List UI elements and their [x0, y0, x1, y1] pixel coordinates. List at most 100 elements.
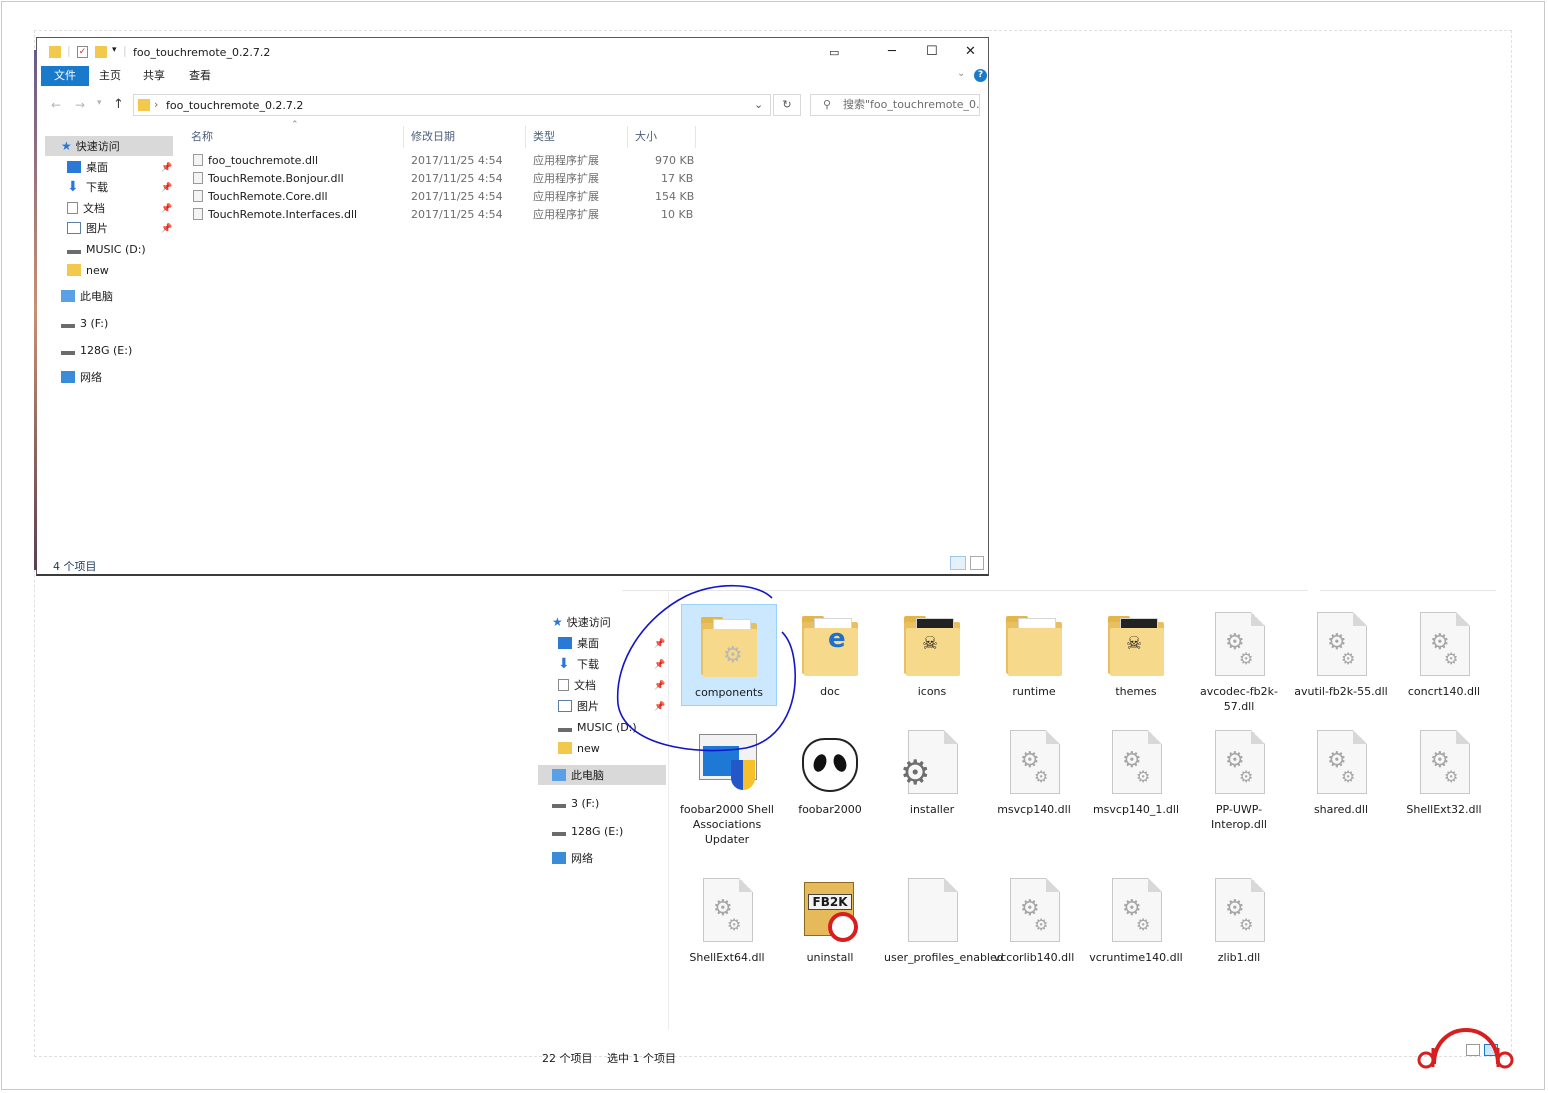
nav-pictures[interactable]: 图片: [558, 696, 599, 716]
file-item-shellext32[interactable]: ⚙ ⚙ ShellExt32.dll: [1396, 726, 1492, 817]
nav-drive-f[interactable]: 3 (F:): [61, 313, 108, 333]
file-item-user-profiles-enabled[interactable]: user_profiles_enabled: [884, 874, 1004, 965]
nav-pictures[interactable]: 图片: [67, 218, 108, 238]
forward-arrow-icon[interactable]: →: [75, 98, 85, 112]
annotation-circle: [616, 584, 796, 752]
watermark-logo: [1417, 1027, 1514, 1069]
tab-share[interactable]: 共享: [135, 66, 173, 86]
dll-file-icon: [193, 172, 203, 184]
folder-item-icons[interactable]: ☠ icons: [884, 608, 980, 699]
tablet-mode-icon[interactable]: ▭: [829, 46, 839, 59]
file-item-zlib1[interactable]: ⚙ ⚙ zlib1.dll: [1191, 874, 1287, 965]
tab-file[interactable]: 文件: [41, 66, 89, 86]
recent-locations-icon[interactable]: ▾: [97, 98, 102, 108]
dll-file-icon: [193, 154, 203, 166]
file-item-uninstall[interactable]: FB2K uninstall: [782, 874, 878, 965]
pin-icon[interactable]: 📌: [161, 183, 172, 193]
customize-toolbar-icon[interactable]: ▾: [112, 45, 117, 55]
folder-icon: [1002, 608, 1066, 680]
refresh-icon: ↻: [782, 98, 792, 111]
nav-documents[interactable]: 文档: [67, 198, 105, 218]
nav-music-drive[interactable]: MUSIC (D:): [67, 239, 146, 259]
details-view-button[interactable]: [950, 556, 966, 570]
column-divider[interactable]: [695, 126, 696, 148]
table-row[interactable]: foo_touchremote.dll 2017/11/25 4:54 应用程序…: [187, 152, 707, 170]
nav-network[interactable]: 网络: [61, 367, 102, 387]
nav-quick-access[interactable]: ★ 快速访问: [45, 136, 173, 156]
nav-documents[interactable]: 文档: [558, 675, 596, 695]
minimize-button[interactable]: ─: [888, 44, 896, 59]
file-item-vcruntime140[interactable]: ⚙ ⚙ vcruntime140.dll: [1088, 874, 1184, 965]
nav-this-pc[interactable]: 此电脑: [61, 286, 113, 306]
nav-new-folder[interactable]: new: [558, 738, 600, 758]
large-icons-view-button[interactable]: [970, 556, 984, 570]
up-arrow-icon[interactable]: ↑: [113, 97, 124, 112]
nav-desktop[interactable]: 桌面: [558, 633, 599, 653]
column-header-size[interactable]: 大小: [635, 126, 657, 148]
tab-view[interactable]: 查看: [181, 66, 219, 86]
file-item-avutil[interactable]: ⚙ ⚙ avutil-fb2k-55.dll: [1293, 608, 1389, 699]
file-item-vccorlib140[interactable]: ⚙ ⚙ vccorlib140.dll: [986, 874, 1082, 965]
table-row[interactable]: TouchRemote.Interfaces.dll 2017/11/25 4:…: [187, 206, 707, 224]
toolbar-divider: |: [67, 44, 71, 57]
pin-icon[interactable]: 📌: [161, 204, 172, 214]
desktop-edge-strip: [34, 50, 37, 570]
folder-item-runtime[interactable]: runtime: [986, 608, 1082, 699]
folder-icon: e: [798, 608, 862, 680]
table-row[interactable]: TouchRemote.Core.dll 2017/11/25 4:54 应用程…: [187, 188, 707, 206]
file-item-shellext64[interactable]: ⚙ ⚙ ShellExt64.dll: [679, 874, 775, 965]
tab-home[interactable]: 主页: [91, 66, 129, 86]
breadcrumb-current[interactable]: foo_touchremote_0.2.7.2: [166, 99, 303, 112]
help-icon[interactable]: ?: [974, 69, 987, 82]
properties-icon[interactable]: ✓: [77, 46, 88, 58]
dll-file-icon: ⚙ ⚙: [1002, 726, 1066, 798]
address-bar[interactable]: › foo_touchremote_0.2.7.2 ⌄: [133, 94, 771, 116]
pin-icon[interactable]: 📌: [161, 224, 172, 234]
nav-drive-e[interactable]: 128G (E:): [552, 821, 623, 841]
nav-new-folder[interactable]: new: [67, 260, 109, 280]
window-title: foo_touchremote_0.2.7.2: [133, 46, 271, 59]
expand-ribbon-icon[interactable]: ⌄: [957, 68, 965, 79]
dll-file-icon: ⚙ ⚙: [695, 874, 759, 946]
address-row: ← → ▾ ↑ › foo_touchremote_0.2.7.2 ⌄ ↻ 搜索…: [37, 90, 988, 120]
file-item-concrt140[interactable]: ⚙ ⚙ concrt140.dll: [1396, 608, 1492, 699]
nav-drive-f[interactable]: 3 (F:): [552, 793, 599, 813]
search-input[interactable]: 搜索"foo_touchremote_0.2...: [810, 94, 980, 116]
file-item-avcodec[interactable]: ⚙ ⚙ avcodec-fb2k-57.dll: [1191, 608, 1287, 714]
column-header-name[interactable]: 名称: [191, 126, 213, 148]
close-button[interactable]: ✕: [965, 44, 976, 59]
drive-icon: [552, 804, 566, 808]
new-folder-icon[interactable]: [95, 46, 107, 58]
refresh-button[interactable]: ↻: [773, 94, 801, 116]
foobar-cat-icon: [798, 726, 862, 798]
nav-this-pc[interactable]: 此电脑: [538, 765, 666, 785]
nav-quick-access[interactable]: ★ 快速访问: [552, 612, 611, 632]
file-item-pp-uwp-interop[interactable]: ⚙ ⚙ PP-UWP-Interop.dll: [1191, 726, 1287, 832]
column-header-type[interactable]: 类型: [533, 126, 555, 148]
computer-icon: [61, 290, 75, 302]
chevron-down-icon[interactable]: ⌄: [754, 98, 763, 111]
column-divider[interactable]: [627, 126, 628, 148]
nav-downloads[interactable]: ⬇ 下载: [558, 654, 599, 674]
table-row[interactable]: TouchRemote.Bonjour.dll 2017/11/25 4:54 …: [187, 170, 707, 188]
folder-icon: ☠: [900, 608, 964, 680]
desktop-icon: [67, 161, 81, 173]
file-item-msvcp140-1[interactable]: ⚙ ⚙ msvcp140_1.dll: [1088, 726, 1184, 817]
dll-file-icon: ⚙ ⚙: [1207, 874, 1271, 946]
sort-ascending-icon: ⌃: [291, 120, 299, 130]
nav-drive-e[interactable]: 128G (E:): [61, 340, 132, 360]
file-item-shared[interactable]: ⚙ ⚙ shared.dll: [1293, 726, 1389, 817]
nav-desktop[interactable]: 桌面: [67, 157, 108, 177]
nav-downloads[interactable]: ⬇ 下载: [67, 177, 108, 197]
file-item-msvcp140[interactable]: ⚙ ⚙ msvcp140.dll: [986, 726, 1082, 817]
nav-network[interactable]: 网络: [552, 848, 593, 868]
pin-icon[interactable]: 📌: [161, 163, 172, 173]
back-arrow-icon[interactable]: ←: [51, 98, 61, 112]
folder-item-themes[interactable]: ☠ themes: [1088, 608, 1184, 699]
status-item-count: 4 个项目: [53, 560, 97, 573]
column-divider[interactable]: [525, 126, 526, 148]
column-header-modified[interactable]: 修改日期: [411, 126, 455, 148]
maximize-button[interactable]: ☐: [926, 44, 938, 59]
column-divider[interactable]: [403, 126, 404, 148]
file-item-installer[interactable]: ⚙ installer: [884, 726, 980, 817]
